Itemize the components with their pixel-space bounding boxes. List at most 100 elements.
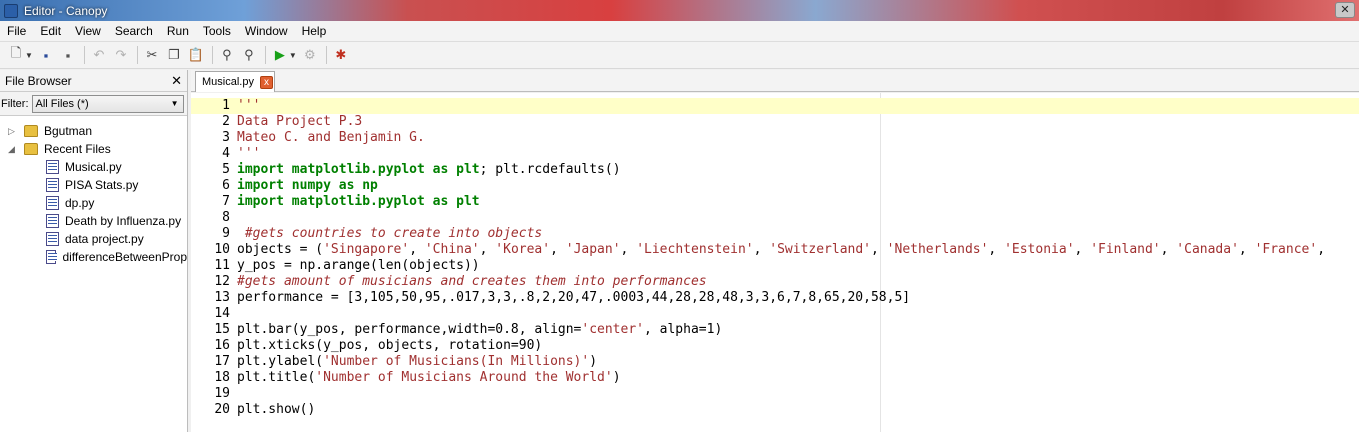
- line-number: 14: [214, 306, 230, 321]
- code-line: 14: [191, 306, 1359, 322]
- tree-file-item[interactable]: differenceBetweenProp: [0, 248, 187, 266]
- menu-tools[interactable]: Tools: [196, 21, 238, 42]
- tree-folder-bgutman[interactable]: ▷ Bgutman: [0, 122, 187, 140]
- file-tree: ▷ Bgutman ◢ Recent Files Musical.py PISA…: [0, 116, 187, 266]
- folder-icon: [24, 125, 38, 137]
- toolbar-separator: [264, 46, 266, 64]
- code-line: 20 plt.show(): [191, 402, 1359, 418]
- menu-view[interactable]: View: [68, 21, 108, 42]
- menu-run[interactable]: Run: [160, 21, 196, 42]
- tab-musical-py[interactable]: Musical.py x: [195, 71, 275, 92]
- menu-edit[interactable]: Edit: [33, 21, 68, 42]
- tree-folder-label: Bgutman: [44, 124, 93, 138]
- package-manager-icon[interactable]: ✱: [331, 45, 351, 65]
- new-file-dropdown-icon[interactable]: ▼: [25, 51, 33, 60]
- line-number: 11: [214, 258, 230, 273]
- tree-folder-label: Recent Files: [44, 142, 111, 156]
- code-lines: 1 ''' 2 Data Project P.3 3 Mateo C. and Ben…: [191, 98, 1359, 418]
- line-number: 2: [222, 114, 230, 129]
- line-number: 17: [214, 354, 230, 369]
- code-line: 4 ''': [191, 146, 1359, 162]
- editor-tab-bar: Musical.py x: [191, 70, 1359, 92]
- python-file-icon: [46, 178, 59, 192]
- run-icon[interactable]: ▶: [270, 45, 290, 65]
- code-editor[interactable]: 1 ''' 2 Data Project P.3 3 Mateo C. and Ben…: [191, 93, 1359, 432]
- code-line: 17 plt.ylabel('Number of Musicians(In Mil…: [191, 354, 1359, 370]
- cut-icon[interactable]: ✂: [142, 45, 162, 65]
- code-line: 7 import matplotlib.pyplot as plt: [191, 194, 1359, 210]
- line-number: 10: [214, 242, 230, 257]
- code-line: 12 #gets amount of musicians and creates …: [191, 274, 1359, 290]
- undo-icon[interactable]: ↶: [89, 45, 109, 65]
- line-number: 12: [214, 274, 230, 289]
- paste-icon[interactable]: 📋: [186, 45, 206, 65]
- file-browser-header: File Browser ✕: [0, 70, 187, 92]
- window-title: Editor - Canopy: [24, 3, 108, 18]
- tab-label: Musical.py: [202, 76, 254, 88]
- tree-file-label: Death by Influenza.py: [65, 214, 182, 228]
- line-number: 15: [214, 322, 230, 337]
- find-replace-icon[interactable]: ⚲: [239, 45, 259, 65]
- file-browser-title: File Browser: [5, 73, 72, 88]
- toolbar-separator: [325, 46, 327, 64]
- canopy-app-icon: [4, 3, 18, 18]
- file-browser-close-icon[interactable]: ✕: [171, 73, 182, 89]
- filter-select[interactable]: All Files (*) ▼: [31, 94, 184, 113]
- python-file-icon: [46, 160, 59, 174]
- tree-file-item[interactable]: data project.py: [0, 230, 187, 248]
- line-number: 5: [222, 162, 230, 177]
- window-close-button[interactable]: ✕: [1335, 2, 1355, 18]
- file-browser-panel: File Browser ✕ Filter: All Files (*) ▼ ▷…: [0, 70, 188, 432]
- redo-icon[interactable]: ↷: [111, 45, 131, 65]
- code-line: 8: [191, 210, 1359, 226]
- chevron-down-icon: ▼: [170, 98, 179, 108]
- line-number: 20: [214, 402, 230, 417]
- line-number: 3: [222, 130, 230, 145]
- expand-arrow-icon[interactable]: ▷: [8, 126, 18, 137]
- title-bar: Editor - Canopy ✕: [0, 0, 1359, 21]
- tree-file-label: differenceBetweenProp: [62, 250, 187, 264]
- python-file-icon: [46, 196, 59, 210]
- tree-file-label: Musical.py: [65, 160, 122, 174]
- line-number: 18: [214, 370, 230, 385]
- filter-label: Filter:: [1, 97, 29, 110]
- code-line: 6 import numpy as np: [191, 178, 1359, 194]
- menu-bar: File Edit View Search Run Tools Window H…: [0, 21, 1359, 42]
- run-dropdown-icon[interactable]: ▼: [289, 51, 297, 60]
- code-line: 2 Data Project P.3: [191, 114, 1359, 130]
- tree-file-item[interactable]: PISA Stats.py: [0, 176, 187, 194]
- code-line: 10 objects = ('Singapore', 'China', 'Kore…: [191, 242, 1359, 258]
- code-line: 13 performance = [3,105,50,95,.017,3,3,.8…: [191, 290, 1359, 306]
- tree-file-item[interactable]: Musical.py: [0, 158, 187, 176]
- menu-search[interactable]: Search: [108, 21, 160, 42]
- copy-icon[interactable]: ❐: [164, 45, 184, 65]
- toolbar-separator: [211, 46, 213, 64]
- toolbar: 🗋 ▼ ▪ ▪ ↶ ↷ ✂ ❐ 📋 ⚲ ⚲ ▶ ▼ ⚙ ✱: [0, 42, 1359, 69]
- close-tab-icon[interactable]: x: [259, 75, 273, 89]
- save-all-icon[interactable]: ▪: [58, 45, 78, 65]
- menu-window[interactable]: Window: [238, 21, 295, 42]
- python-file-icon: [46, 232, 59, 246]
- menu-file[interactable]: File: [0, 21, 33, 42]
- tree-file-item[interactable]: Death by Influenza.py: [0, 212, 187, 230]
- code-line: 5 import matplotlib.pyplot as plt; plt.rc…: [191, 162, 1359, 178]
- line-number: 16: [214, 338, 230, 353]
- toolbar-separator: [136, 46, 138, 64]
- tree-folder-recent-files[interactable]: ◢ Recent Files: [0, 140, 187, 158]
- tree-file-item[interactable]: dp.py: [0, 194, 187, 212]
- save-icon[interactable]: ▪: [36, 45, 56, 65]
- collapse-arrow-icon[interactable]: ◢: [8, 144, 18, 155]
- code-line: 16 plt.xticks(y_pos, objects, rotation=90…: [191, 338, 1359, 354]
- line-number: 6: [222, 178, 230, 193]
- python-file-icon: [46, 250, 58, 264]
- code-line: 3 Mateo C. and Benjamin G.: [191, 130, 1359, 146]
- new-file-icon[interactable]: 🗋: [6, 45, 26, 65]
- code-line: 1 ''': [191, 98, 1359, 114]
- debug-icon[interactable]: ⚙: [300, 45, 320, 65]
- menu-help[interactable]: Help: [295, 21, 334, 42]
- tree-file-label: dp.py: [65, 196, 95, 210]
- line-number: 4: [222, 146, 230, 161]
- python-file-icon: [46, 214, 59, 228]
- folder-icon: [24, 143, 38, 155]
- find-icon[interactable]: ⚲: [217, 45, 237, 65]
